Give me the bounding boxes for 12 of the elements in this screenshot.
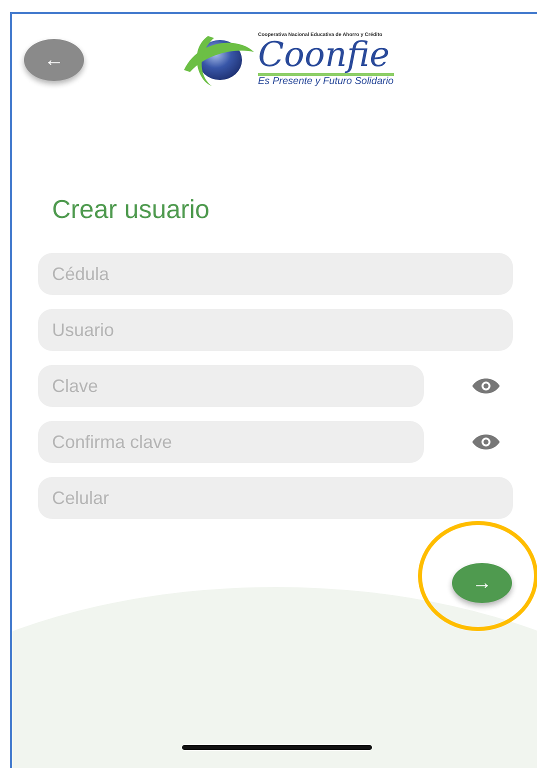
eye-icon[interactable] xyxy=(471,432,501,452)
next-button[interactable]: → xyxy=(452,563,512,603)
input-field[interactable]: Cédula xyxy=(38,253,513,295)
back-button[interactable]: ← xyxy=(24,39,84,81)
input-field[interactable]: Celular xyxy=(38,477,513,519)
logo-wordmark: Coonfie xyxy=(258,38,394,76)
input-field[interactable]: Usuario xyxy=(38,309,513,351)
logo-slogan: Es Presente y Futuro Solidario xyxy=(258,77,394,88)
input-field[interactable]: Clave xyxy=(38,365,424,407)
input-field[interactable]: Confirma clave xyxy=(38,421,424,463)
page-title: Crear usuario xyxy=(52,194,211,225)
eye-icon[interactable] xyxy=(471,376,501,396)
